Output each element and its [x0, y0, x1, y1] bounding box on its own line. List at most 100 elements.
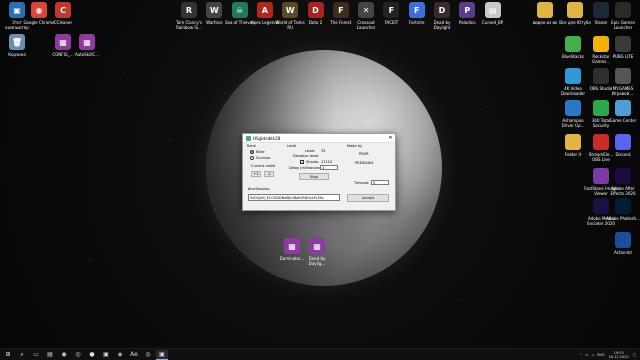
- shards-checkbox[interactable]: ✓ Shards:: [300, 160, 319, 164]
- volume-icon[interactable]: ◁: [591, 353, 594, 357]
- desktop-icon-label: видео из вк: [532, 20, 558, 25]
- desktop-icon[interactable]: Adobe After Effects 2020: [606, 168, 640, 196]
- desktop-icon[interactable]: 🗑 Корзина: [0, 34, 34, 57]
- bluestacks-icon: [565, 36, 581, 52]
- level-group-label: Level: [287, 144, 297, 148]
- discord-icon: [615, 134, 631, 150]
- hack-tool-icon[interactable]: ▣: [156, 349, 168, 360]
- desktop-icon[interactable]: Epic Games Launcher: [606, 2, 640, 30]
- pubg-icon: [615, 36, 631, 52]
- shards-value: 11110: [321, 160, 333, 164]
- desktop-icon[interactable]: Game Center: [606, 100, 640, 123]
- clock[interactable]: 19:03 18.12.2020: [609, 351, 629, 359]
- desktop-icon[interactable]: ActionInt: [606, 232, 640, 255]
- desktop-icon[interactable]: PUBG LITE: [606, 36, 640, 59]
- desktop-icon[interactable]: MY.GAMES Игровой ...: [606, 68, 640, 96]
- devotion-label: Devotion level:: [293, 154, 320, 158]
- radio-survivor-label: Survivor: [256, 156, 271, 160]
- accept-button[interactable]: Accept: [347, 194, 389, 202]
- made-by-name-1: PDVR: [359, 152, 369, 156]
- clock-date: 18.12.2020: [608, 354, 629, 359]
- made-by-name-2: PE4DN4K4: [355, 161, 374, 165]
- radio-killer-dot[interactable]: [250, 150, 254, 154]
- desktop-icon-label: AutoSkillC...: [74, 52, 100, 57]
- dbd-icon: D: [434, 2, 450, 18]
- dialog-title: HSgbteibtk28: [253, 135, 281, 141]
- current-rank-value: 0: [273, 164, 276, 168]
- forest-icon: F: [332, 2, 349, 18]
- steam-icon[interactable]: ◎: [72, 350, 84, 360]
- image-icon: ▤: [484, 2, 501, 18]
- timeout-input[interactable]: 5: [371, 180, 389, 185]
- dialog-body: Rank Killer Survivor Current rank: 0 +2 …: [243, 143, 395, 212]
- network-icon[interactable]: ▭: [585, 353, 588, 357]
- apex-icon: A: [256, 2, 273, 18]
- desktop-icon[interactable]: ▤ Cursed_BP: [476, 2, 510, 25]
- gamecenter-icon: [615, 100, 631, 116]
- search-icon[interactable]: ⌕: [16, 350, 28, 360]
- dialog-titlebar[interactable]: HSgbteibtk28 ✕: [243, 134, 395, 143]
- obs-icon[interactable]: ●: [86, 350, 98, 360]
- mygames-icon: [615, 68, 631, 84]
- bhvr-session-input[interactable]: 5sDQJxS_ECOSDDNsf8JLfBaKVMjHLaFLFAz: [248, 194, 340, 201]
- desktop-icon-label: Epic Games Launcher: [611, 20, 635, 30]
- rank-group-label: Rank: [247, 144, 256, 148]
- plus-two-button[interactable]: +2: [251, 171, 261, 177]
- recycle-bin-icon: 🗑: [9, 34, 25, 50]
- sea-of-thieves-icon: ☠: [231, 2, 248, 18]
- desktop-icon-label: PUBG LITE: [612, 54, 634, 59]
- 4k-icon: [565, 68, 581, 84]
- stop-button[interactable]: Stop: [299, 173, 329, 180]
- epic-icon: [615, 2, 631, 18]
- hsg-dialog-window: HSgbteibtk28 ✕ Rank Killer Survivor Curr…: [242, 133, 396, 211]
- notification-icon[interactable]: ▢: [633, 353, 636, 357]
- task-view-icon[interactable]: ▭: [30, 350, 42, 360]
- ccleaner-icon: C: [55, 2, 71, 18]
- tray-up-arrow-icon[interactable]: ⌃: [579, 353, 582, 357]
- wot-icon: W: [282, 2, 299, 18]
- delay-input[interactable]: 1: [320, 165, 338, 170]
- desktop-icon-label: Adobe After Effects 2020: [610, 186, 636, 196]
- app-icon: [246, 135, 251, 141]
- desktop-icon-label: Dead by Daylig...: [308, 256, 326, 266]
- radio-survivor-dot[interactable]: [250, 156, 254, 160]
- warface-icon: W: [206, 2, 223, 18]
- explorer-icon[interactable]: ▤: [44, 350, 56, 360]
- paladins-icon: P: [459, 2, 476, 18]
- language-indicator[interactable]: ENG: [597, 353, 605, 357]
- desktop-icon[interactable]: Adobe Photosh...: [606, 198, 640, 221]
- archive-icon: ▦: [309, 238, 325, 254]
- desktop-icon-label: Cursed_BP: [481, 20, 504, 25]
- minus-two-button[interactable]: -2: [264, 171, 274, 177]
- shards-check-box[interactable]: ✓: [300, 160, 304, 164]
- chrome-icon[interactable]: ◉: [58, 350, 70, 360]
- taskbar: ⊞ ⌕ ▭ ▤ ◉ ◎ ● ▣ ◈ Ae ◎ ▣ ⌃ ▭ ◁ ENG 19:03 18.12.2020…: [0, 348, 640, 360]
- radio-killer[interactable]: Killer: [250, 150, 265, 154]
- desktop-icon[interactable]: Discord: [606, 134, 640, 157]
- desktop-icon[interactable]: видео из вк: [528, 2, 562, 25]
- rainbow-six-icon: R: [181, 2, 197, 18]
- shards-label: Shards:: [306, 160, 320, 164]
- folder-icon: [537, 2, 553, 18]
- ashampoo-icon: [565, 100, 581, 116]
- desktop-icon-label: Adobe Photosh...: [606, 216, 640, 221]
- faceit-icon: F: [383, 2, 400, 18]
- app-icon[interactable]: ◈: [114, 350, 126, 360]
- crossout-icon: ✕: [358, 2, 375, 18]
- level-value: 35: [321, 149, 326, 153]
- actionint-icon: [615, 232, 631, 248]
- desktop-icon[interactable]: ▦ AutoSkillC...: [70, 34, 104, 57]
- windows-start-icon[interactable]: ⊞: [2, 350, 14, 360]
- app-icon[interactable]: ▣: [100, 350, 112, 360]
- desktop-icon-label: Game Center: [609, 118, 637, 123]
- desktop-icon[interactable]: ▦ Dead by Daylig...: [300, 238, 334, 266]
- radio-survivor[interactable]: Survivor: [250, 156, 271, 160]
- steam-icon[interactable]: ◎: [142, 350, 154, 360]
- close-icon[interactable]: ✕: [386, 135, 395, 141]
- desktop-icon-label: MY.GAMES Игровой ...: [611, 86, 635, 96]
- chrome-icon: ◉: [31, 2, 47, 18]
- fortnite-icon: F: [408, 2, 425, 18]
- desktop-icon[interactable]: C CCleaner: [46, 2, 80, 25]
- ae-icon[interactable]: Ae: [128, 350, 140, 360]
- made-by-group-label: Made by: [347, 144, 362, 148]
